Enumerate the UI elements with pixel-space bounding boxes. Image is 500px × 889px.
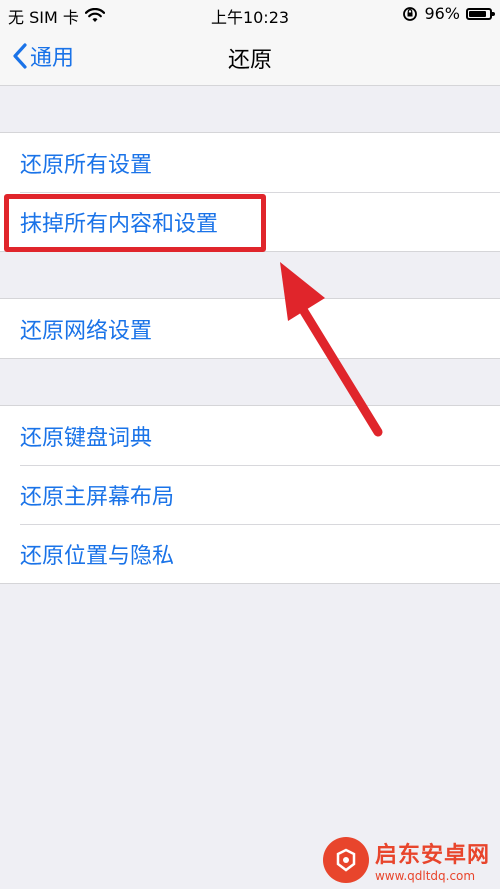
watermark-logo-icon bbox=[322, 837, 369, 883]
watermark: 启东安卓网 www.qdltdq.com bbox=[322, 837, 490, 883]
red-arrow-annotation bbox=[280, 262, 383, 437]
watermark-url: www.qdltdq.com bbox=[374, 869, 476, 883]
watermark-name: 启东安卓网 bbox=[374, 843, 490, 868]
watermark-text: 启东安卓网 www.qdltdq.com bbox=[375, 837, 490, 883]
